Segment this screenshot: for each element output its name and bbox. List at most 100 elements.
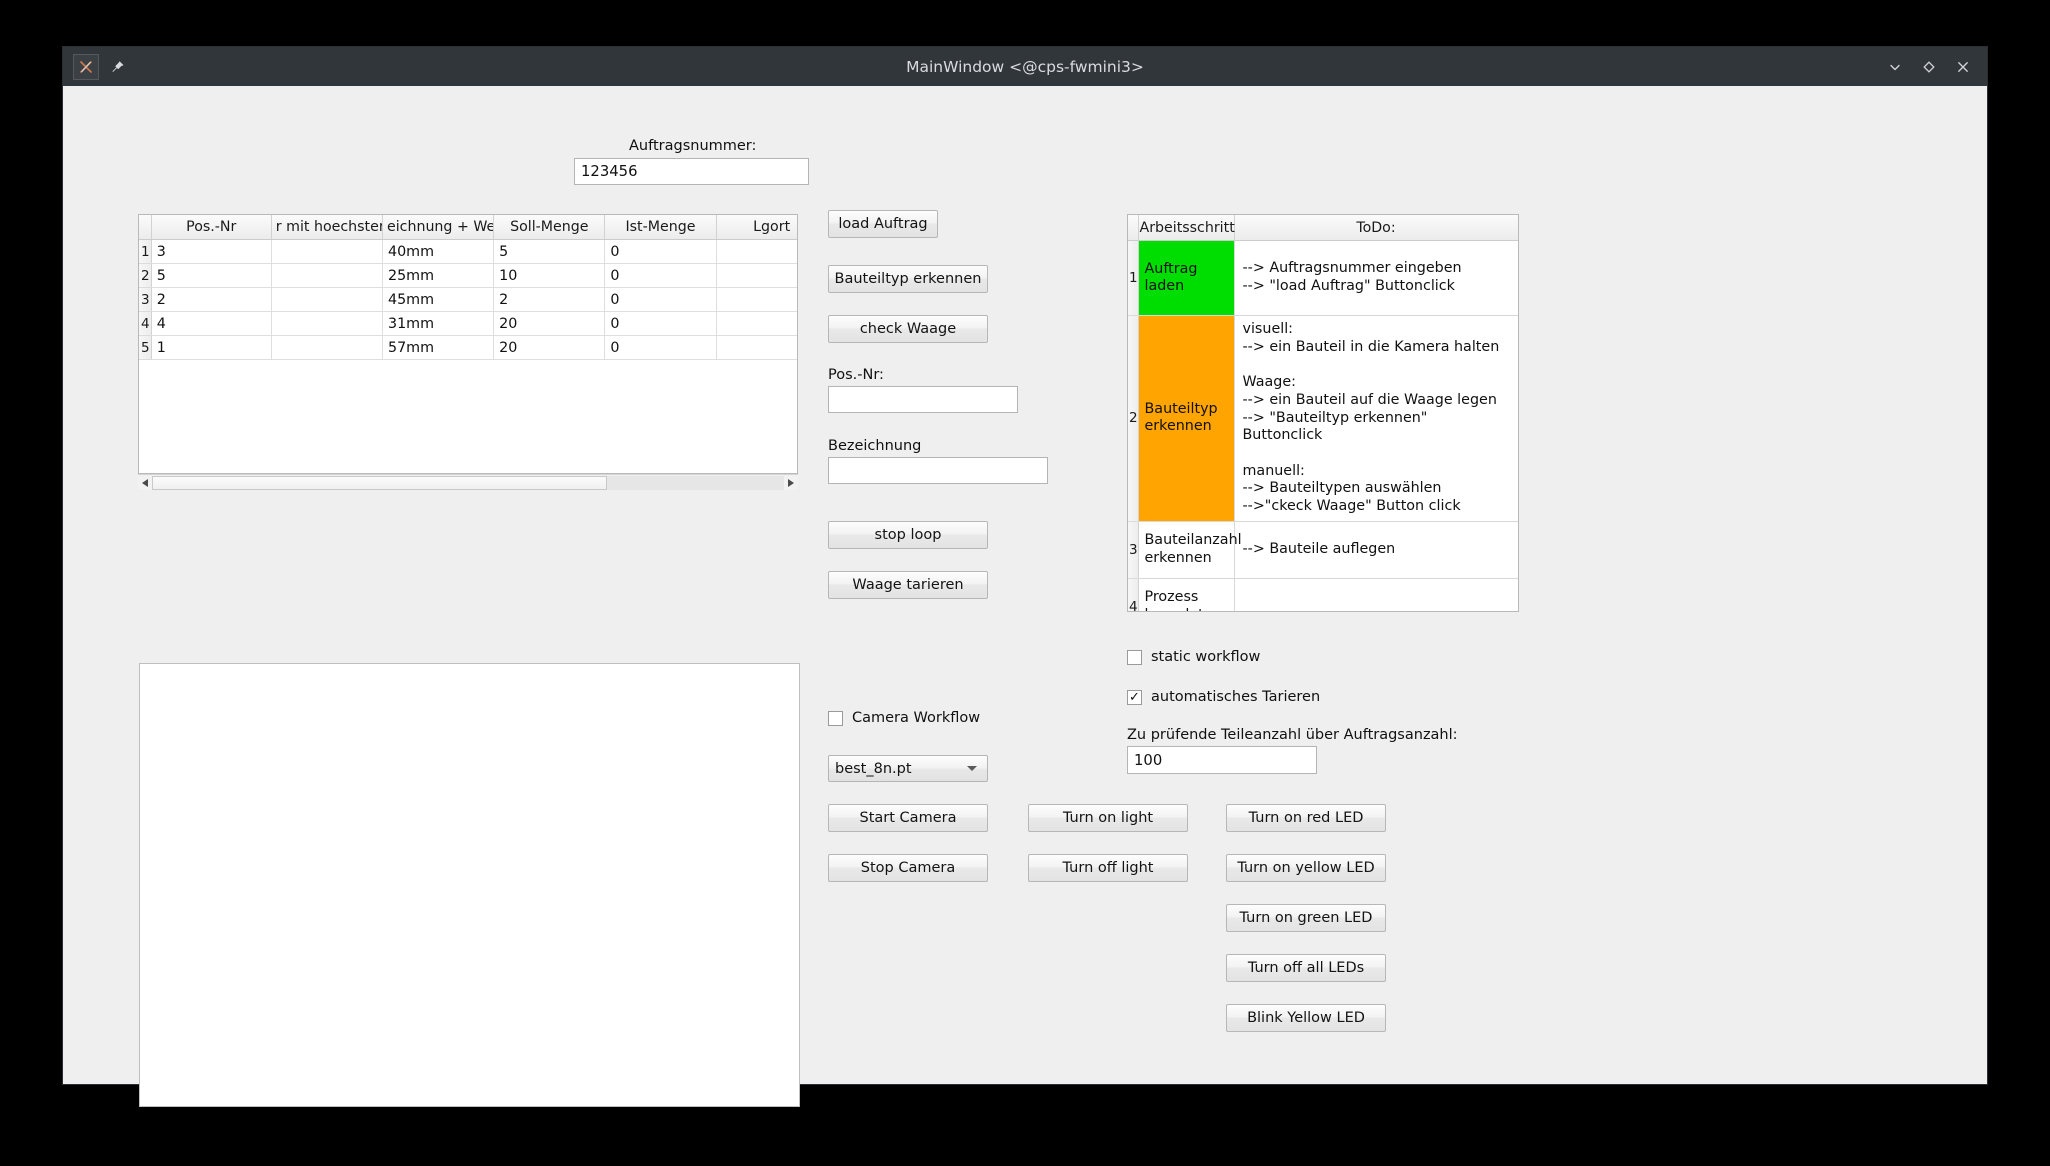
cell-lgort[interactable]	[716, 311, 797, 336]
cell-ist-menge[interactable]: 0	[604, 335, 717, 360]
table-row[interactable]: 1 3 40mm 5 0 Farbe	[139, 239, 797, 264]
turn-off-all-leds-button[interactable]: Turn off all LEDs	[1226, 954, 1386, 982]
cell-verbrauch[interactable]	[271, 311, 383, 336]
cell-ist-menge[interactable]: 0	[604, 263, 717, 288]
cell-soll-menge[interactable]: 5	[493, 239, 606, 264]
workflow-row[interactable]: 3 Bauteilanzahl erkennen --> Bauteile au…	[1128, 521, 1518, 579]
row-header[interactable]: 1	[139, 239, 152, 264]
minimize-button[interactable]	[1885, 57, 1905, 77]
maximize-button[interactable]	[1919, 57, 1939, 77]
workflow-row-header[interactable]: 2	[1128, 315, 1139, 522]
load-auftrag-button[interactable]: load Auftrag	[828, 210, 938, 238]
workflow-todo[interactable]: --> Bauteile auflegen	[1234, 521, 1518, 579]
scroll-thumb[interactable]	[152, 475, 608, 490]
workflow-col-arbeitsschritt[interactable]: Arbeitsschritt	[1138, 215, 1235, 241]
camera-workflow-checkbox-row[interactable]: Camera Workflow	[828, 710, 980, 726]
table-row[interactable]: 5 1 57mm 20 0 Farbe	[139, 335, 797, 360]
auto-tare-checkbox-row[interactable]: ✓ automatisches Tarieren	[1127, 689, 1320, 705]
application-icon[interactable]	[73, 53, 99, 80]
camera-preview-panel[interactable]	[139, 663, 800, 1107]
col-bezeichnung[interactable]: eichnung + Werkst	[382, 215, 495, 240]
workflow-todo[interactable]: visuell: --> ein Bauteil in die Kamera h…	[1234, 315, 1518, 522]
workflow-row-header[interactable]: 3	[1128, 521, 1139, 579]
cell-bezeichnung[interactable]: 25mm	[382, 263, 495, 288]
pos-nr-input[interactable]	[828, 386, 1018, 413]
workflow-row[interactable]: 1 Auftrag laden --> Auftragsnummer einge…	[1128, 240, 1518, 316]
teileanzahl-input[interactable]: 100	[1127, 746, 1317, 774]
waage-tarieren-button[interactable]: Waage tarieren	[828, 571, 988, 599]
col-ist-menge[interactable]: Ist-Menge	[604, 215, 717, 240]
cell-pos-nr[interactable]: 4	[151, 311, 272, 336]
row-header[interactable]: 2	[139, 263, 152, 288]
workflow-corner[interactable]	[1128, 215, 1139, 241]
workflow-step-name[interactable]: Auftrag laden	[1138, 240, 1235, 316]
cell-verbrauch[interactable]	[271, 287, 383, 312]
cell-lgort[interactable]	[716, 263, 797, 288]
cell-verbrauch[interactable]	[271, 263, 383, 288]
cell-bezeichnung[interactable]: 31mm	[382, 311, 495, 336]
col-lgort[interactable]: Lgort	[716, 215, 797, 240]
cell-ist-menge[interactable]: 0	[604, 311, 717, 336]
turn-on-green-led-button[interactable]: Turn on green LED	[1226, 904, 1386, 932]
workflow-table[interactable]: Arbeitsschritt ToDo: 1 Auftrag laden -->…	[1127, 214, 1519, 612]
col-verbrauch[interactable]: r mit hoechster Ve	[271, 215, 383, 240]
turn-on-red-led-button[interactable]: Turn on red LED	[1226, 804, 1386, 832]
blink-yellow-led-button[interactable]: Blink Yellow LED	[1226, 1004, 1386, 1032]
turn-off-light-button[interactable]: Turn off light	[1028, 854, 1188, 882]
scroll-right-arrow[interactable]	[784, 475, 798, 490]
col-pos-nr[interactable]: Pos.-Nr	[151, 215, 272, 240]
table-corner[interactable]	[139, 215, 152, 240]
auftragsnummer-input[interactable]: 123456	[574, 158, 809, 185]
camera-workflow-checkbox[interactable]	[828, 710, 843, 726]
cell-soll-menge[interactable]: 2	[493, 287, 606, 312]
model-select-combobox[interactable]: best_8n.pt	[828, 755, 988, 782]
workflow-step-name[interactable]: Bauteiltyp erkennen	[1138, 315, 1235, 522]
col-soll-menge[interactable]: Soll-Menge	[493, 215, 606, 240]
cell-lgort[interactable]	[716, 287, 797, 312]
cell-bezeichnung[interactable]: 40mm	[382, 239, 495, 264]
workflow-col-todo[interactable]: ToDo:	[1234, 215, 1518, 241]
close-button[interactable]	[1953, 57, 1973, 77]
workflow-todo[interactable]	[1234, 578, 1518, 611]
table-row[interactable]: 3 2 45mm 2 0 Farbe	[139, 287, 797, 312]
cell-pos-nr[interactable]: 3	[151, 239, 272, 264]
cell-soll-menge[interactable]: 10	[493, 263, 606, 288]
pin-icon[interactable]	[109, 58, 127, 76]
cell-pos-nr[interactable]: 1	[151, 335, 272, 360]
orders-table[interactable]: Pos.-Nr r mit hoechster Ve eichnung + We…	[138, 214, 798, 474]
workflow-row-header[interactable]: 4	[1128, 578, 1139, 611]
static-workflow-checkbox[interactable]	[1127, 649, 1142, 665]
workflow-todo[interactable]: --> Auftragsnummer eingeben --> "load Au…	[1234, 240, 1518, 316]
cell-verbrauch[interactable]	[271, 239, 383, 264]
workflow-row[interactable]: 2 Bauteiltyp erkennen visuell: --> ein B…	[1128, 315, 1518, 522]
workflow-step-name[interactable]: Bauteilanzahl erkennen	[1138, 521, 1242, 579]
stop-loop-button[interactable]: stop loop	[828, 521, 988, 549]
row-header[interactable]: 5	[139, 335, 152, 360]
cell-pos-nr[interactable]: 2	[151, 287, 272, 312]
window-titlebar[interactable]: MainWindow <@cps-fwmini3>	[63, 47, 1987, 86]
cell-lgort[interactable]	[716, 239, 797, 264]
cell-pos-nr[interactable]: 5	[151, 263, 272, 288]
auto-tare-checkbox[interactable]: ✓	[1127, 689, 1142, 705]
table-row[interactable]: 4 4 31mm 20 0 Farbe	[139, 311, 797, 336]
orders-table-hscrollbar[interactable]	[138, 474, 798, 490]
cell-ist-menge[interactable]: 0	[604, 239, 717, 264]
workflow-step-name[interactable]: Prozess beendet	[1138, 578, 1235, 611]
workflow-row-header[interactable]: 1	[1128, 240, 1139, 316]
cell-ist-menge[interactable]: 0	[604, 287, 717, 312]
cell-lgort[interactable]	[716, 335, 797, 360]
scroll-track[interactable]	[152, 475, 784, 490]
stop-camera-button[interactable]: Stop Camera	[828, 854, 988, 882]
turn-on-yellow-led-button[interactable]: Turn on yellow LED	[1226, 854, 1386, 882]
turn-on-light-button[interactable]: Turn on light	[1028, 804, 1188, 832]
row-header[interactable]: 4	[139, 311, 152, 336]
cell-bezeichnung[interactable]: 57mm	[382, 335, 495, 360]
cell-bezeichnung[interactable]: 45mm	[382, 287, 495, 312]
bezeichnung-input[interactable]	[828, 457, 1048, 484]
cell-verbrauch[interactable]	[271, 335, 383, 360]
workflow-row[interactable]: 4 Prozess beendet	[1128, 578, 1518, 611]
row-header[interactable]: 3	[139, 287, 152, 312]
cell-soll-menge[interactable]: 20	[493, 311, 606, 336]
check-waage-button[interactable]: check Waage	[828, 315, 988, 343]
table-row[interactable]: 2 5 25mm 10 0 Farbe	[139, 263, 797, 288]
